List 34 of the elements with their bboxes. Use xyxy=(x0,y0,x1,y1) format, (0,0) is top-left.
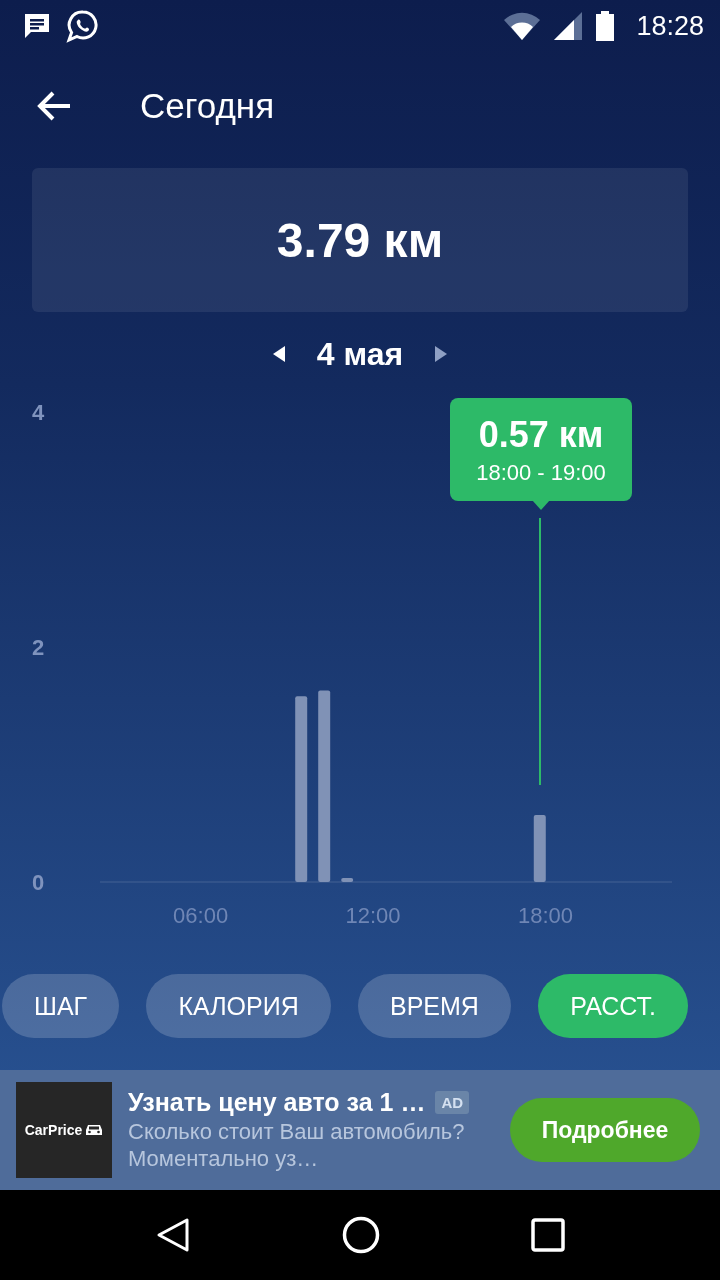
home-nav-button[interactable] xyxy=(342,1216,380,1254)
signal-icon xyxy=(554,12,583,40)
wifi-icon xyxy=(504,12,541,40)
back-nav-button[interactable] xyxy=(155,1217,192,1253)
bar[interactable] xyxy=(341,878,354,882)
ad-label: AD xyxy=(435,1091,470,1115)
ad-title: Узнать цену авто за 1 … xyxy=(128,1088,426,1118)
axis-label: 0 xyxy=(31,870,45,895)
axis-label: 12:00 xyxy=(345,903,401,928)
logo-text: CarPrice xyxy=(24,1122,83,1138)
ad-description: Сколько стоит Ваш автомобиль? Моментально уз… xyxy=(128,1119,466,1172)
metric-tab[interactable]: КАЛОРИЯ xyxy=(146,974,331,1038)
car-icon xyxy=(85,1124,104,1136)
axis-label: 4 xyxy=(31,400,45,425)
battery-icon xyxy=(596,11,615,41)
bar[interactable] xyxy=(295,696,308,882)
axis-label: 06:00 xyxy=(173,903,229,928)
recents-nav-button[interactable] xyxy=(530,1218,565,1252)
bar[interactable] xyxy=(318,690,331,882)
axis-label: 2 xyxy=(31,635,45,660)
screen-title: Сегодня xyxy=(140,86,275,126)
date-label: 4 мая xyxy=(316,335,404,373)
ad-banner[interactable]: CarPrice Узнать цену авто за 1 … AD Сколько стоит Ваш автомобиль? Моментально уз… Подробнее xyxy=(0,1070,720,1190)
back-button[interactable] xyxy=(36,90,72,122)
phone-chat-icon xyxy=(66,9,100,43)
metric-tab[interactable]: ШАГ xyxy=(2,974,120,1038)
tooltip-value: 0.57 км xyxy=(478,413,604,456)
total-distance: 3.79 км xyxy=(276,212,444,268)
metric-tab[interactable]: ВРЕМЯ xyxy=(357,974,511,1038)
axis-label: 18:00 xyxy=(518,903,574,928)
tooltip-time-range: 18:00 - 19:00 xyxy=(476,459,606,486)
more-button[interactable]: Подробнее xyxy=(510,1098,700,1162)
status-time: 18:28 xyxy=(636,10,704,42)
message-icon xyxy=(22,12,52,40)
